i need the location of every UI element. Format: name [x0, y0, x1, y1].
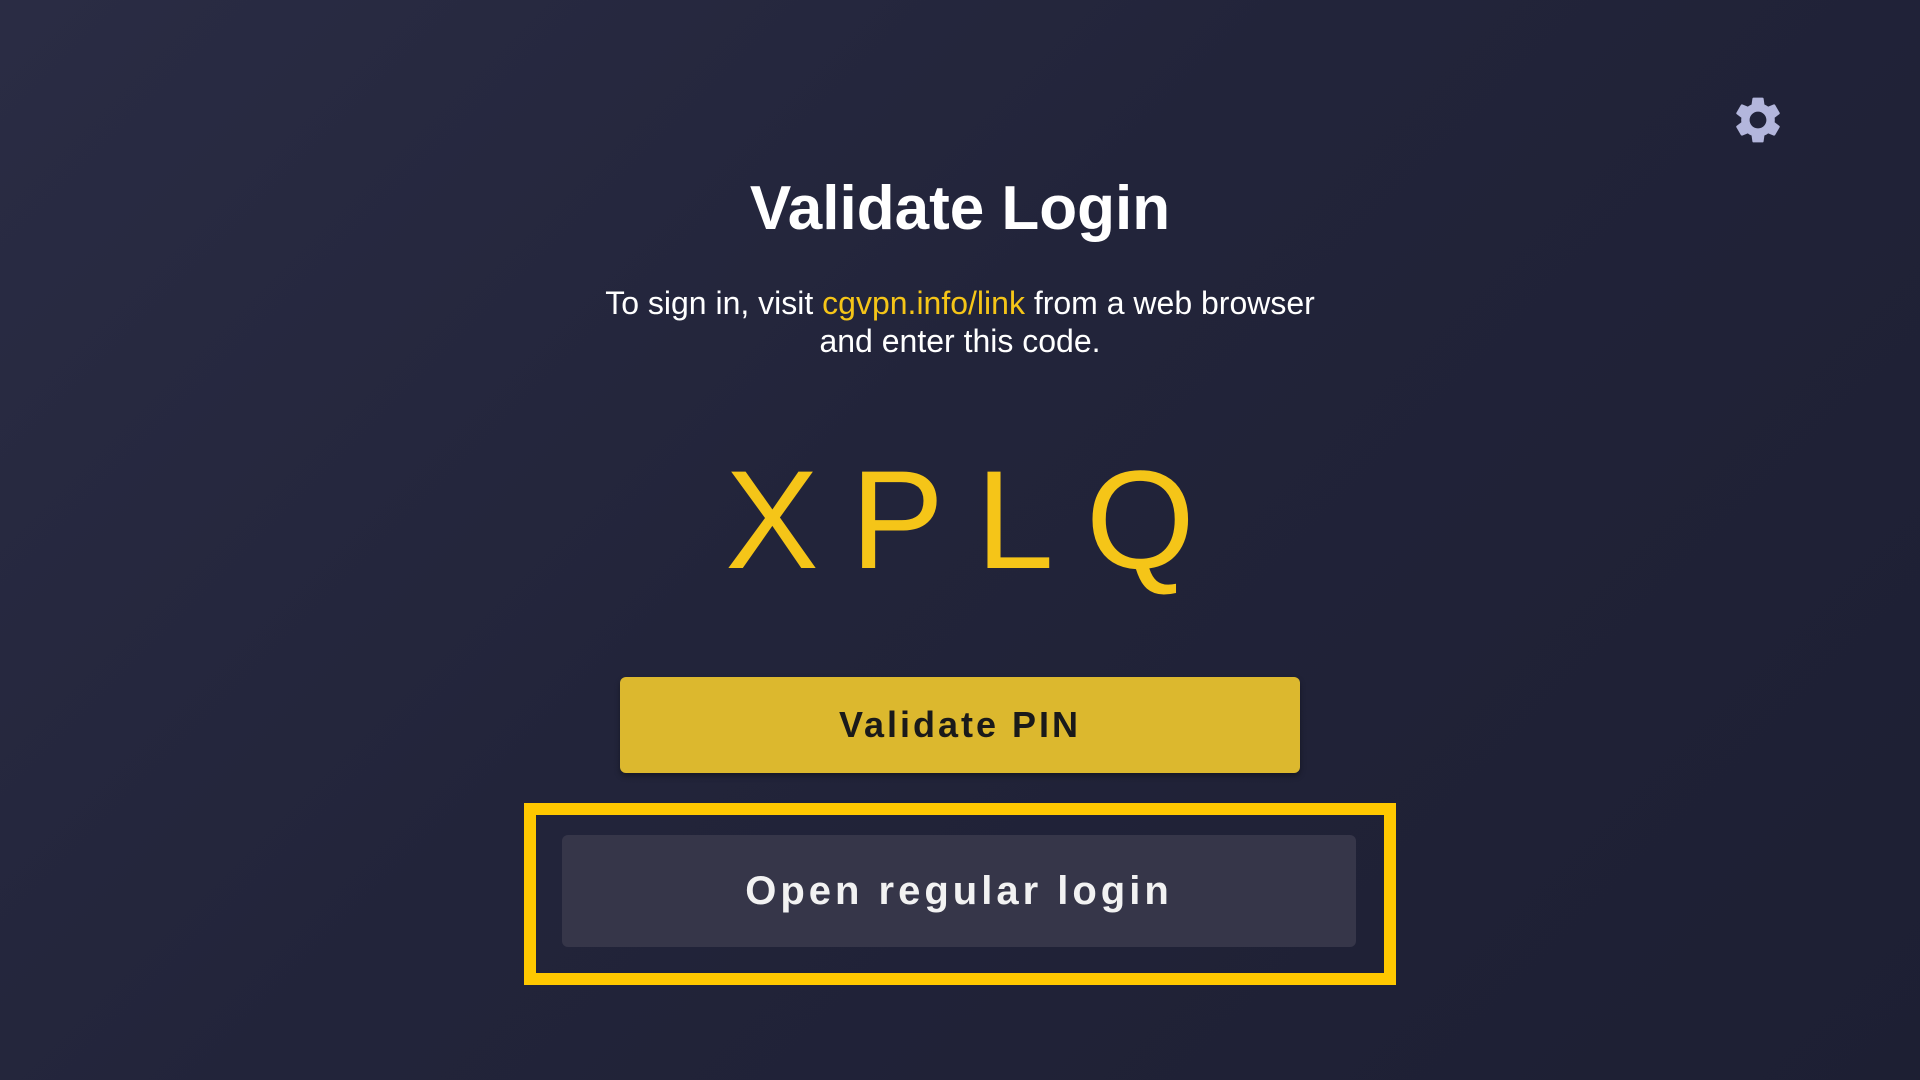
activation-code: XPLQ: [725, 441, 1227, 598]
instructions-line-2: and enter this code.: [819, 323, 1101, 359]
settings-button[interactable]: [1728, 90, 1788, 150]
validate-pin-button[interactable]: Validate PIN: [620, 677, 1300, 773]
instructions-text-after-link: from a web browser: [1024, 285, 1315, 321]
open-regular-login-button[interactable]: Open regular login: [562, 835, 1356, 947]
instructions-text-before-link: To sign in, visit: [605, 285, 823, 321]
gear-icon: [1736, 97, 1780, 143]
activation-link[interactable]: cgvpn.info/link: [822, 285, 1025, 321]
sign-in-instructions: To sign in, visit cgvpn.info/link from a…: [560, 284, 1360, 360]
page-title: Validate Login: [749, 174, 1171, 243]
